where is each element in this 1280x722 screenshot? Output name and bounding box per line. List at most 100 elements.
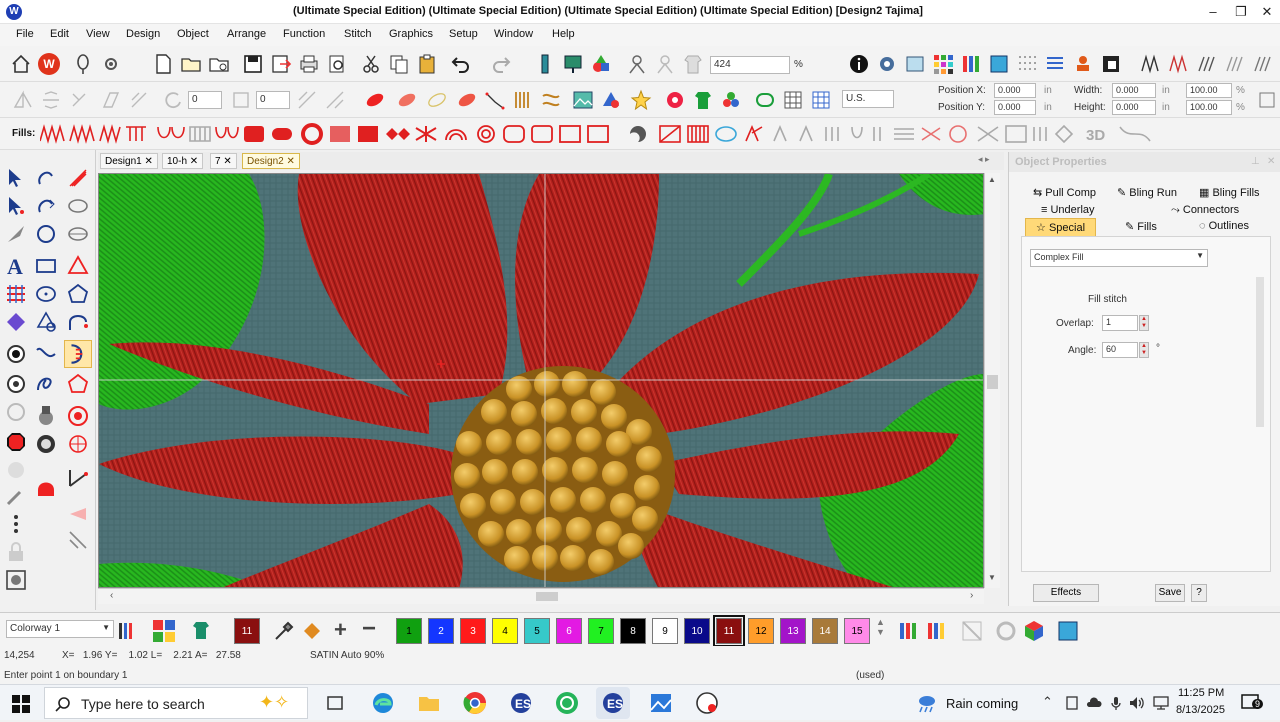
digitize-triangle-icon[interactable] [66, 254, 90, 278]
satin-stitch-icon[interactable] [364, 89, 386, 111]
blank-circle-icon[interactable] [4, 458, 28, 482]
stitch-list-icon[interactable] [1044, 53, 1066, 75]
balls-icon[interactable] [720, 89, 742, 111]
skew-angle-icon[interactable] [230, 89, 252, 111]
complex-fill-tool-icon[interactable] [65, 341, 91, 367]
zoom-input[interactable]: 424 [710, 56, 790, 74]
hoop-view-icon[interactable] [1056, 619, 1080, 643]
edge-browser-icon[interactable] [370, 690, 396, 716]
tab-connectors[interactable]: ⤳ Connectors [1171, 204, 1239, 217]
machine-icon[interactable] [562, 53, 584, 75]
eyedropper-icon[interactable] [272, 619, 296, 643]
circle-outline-icon[interactable] [994, 619, 1018, 643]
task-view-icon[interactable] [322, 690, 348, 716]
overlap-input[interactable]: 1 [1102, 315, 1138, 331]
tab-pull-comp[interactable]: ⇆ Pull Comp [1033, 186, 1096, 199]
color-shapes-icon[interactable] [590, 53, 612, 75]
current-color-swatch[interactable]: 11 [234, 618, 260, 644]
brush-icon[interactable] [4, 484, 28, 508]
tray-chevron-icon[interactable]: ⌃ [1042, 694, 1053, 710]
mirror-icon[interactable] [12, 89, 34, 111]
show-run-icon[interactable] [1252, 53, 1274, 75]
color-swatch-11[interactable]: 11 [713, 615, 745, 647]
hole-icon[interactable] [4, 372, 28, 396]
outline-stitch-icon[interactable] [426, 89, 448, 111]
color-swatch-9[interactable]: 9 [652, 618, 678, 644]
scroll-right-icon[interactable]: › [970, 590, 973, 601]
lock-icon[interactable] [4, 540, 28, 564]
redo-icon[interactable] [490, 53, 512, 75]
color-swatch-1[interactable]: 1 [396, 618, 422, 644]
horizontal-scrollbar[interactable]: ‹ › [98, 588, 984, 604]
curve-select-icon[interactable] [34, 194, 58, 218]
show-satin-icon[interactable] [1196, 53, 1218, 75]
swatch-scroll-icon[interactable]: ▲ ▼ [876, 617, 885, 637]
polygon-icon[interactable] [66, 282, 90, 306]
star-icon[interactable] [630, 89, 652, 111]
add-color-icon[interactable]: + [334, 617, 347, 643]
color-swatch-15[interactable]: 15 [844, 618, 870, 644]
colorway-select[interactable]: Colorway 1 ▼ [6, 620, 114, 638]
stamp-icon[interactable] [1072, 53, 1094, 75]
color-swatch-7[interactable]: 7 [588, 618, 614, 644]
tab-7[interactable]: 7 ✕ [210, 153, 237, 169]
width-input[interactable]: 0.000 [1112, 83, 1156, 98]
dots-vertical-icon[interactable] [4, 512, 28, 536]
skew-icon[interactable] [100, 89, 122, 111]
angle-input[interactable]: 60 [1102, 342, 1138, 358]
units-select[interactable]: U.S. [842, 90, 894, 108]
recorder-icon[interactable] [694, 690, 720, 716]
menu-view[interactable]: View [86, 28, 110, 40]
tatami-stitch-icon[interactable] [396, 89, 418, 111]
whatsapp-icon[interactable] [554, 690, 580, 716]
fill-type-select[interactable]: Complex Fill ▼ [1030, 249, 1208, 267]
menu-object[interactable]: Object [177, 28, 209, 40]
close-icon[interactable]: ✕ [286, 156, 294, 167]
scale-icon[interactable] [128, 89, 150, 111]
menu-edit[interactable]: Edit [50, 28, 69, 40]
rotate-point-icon[interactable] [34, 222, 58, 246]
show-outlines-icon[interactable] [1168, 53, 1190, 75]
loop-icon[interactable] [34, 372, 58, 396]
appliqué-icon[interactable] [34, 432, 58, 456]
lock-proportions-icon[interactable] [1256, 89, 1278, 111]
cloud-icon[interactable] [1086, 695, 1102, 711]
wilcom-taskbar-icon[interactable]: ES [508, 690, 534, 716]
minimize-button[interactable]: – [1198, 2, 1228, 22]
thread-chart-tool-icon[interactable] [898, 619, 922, 643]
thread-chart-icon[interactable] [960, 53, 982, 75]
grid-dots-icon[interactable] [1016, 53, 1038, 75]
paint-bucket-icon[interactable] [300, 619, 324, 643]
menu-stitch[interactable]: Stitch [344, 28, 372, 40]
show-fill-icon[interactable] [1224, 53, 1246, 75]
menu-setup[interactable]: Setup [449, 28, 478, 40]
text-tool-icon[interactable]: A [4, 254, 28, 278]
arrange-icon[interactable] [296, 89, 318, 111]
fill-patterns-strip[interactable]: 3D [40, 123, 1180, 145]
export-icon[interactable] [270, 53, 292, 75]
hscrollbar-thumb[interactable] [536, 592, 558, 601]
color-sequence-icon[interactable] [926, 619, 950, 643]
new-file-icon[interactable] [152, 53, 174, 75]
scroll-up-icon[interactable]: ▲ [988, 175, 996, 184]
dark-background-icon[interactable] [1100, 53, 1122, 75]
image-icon[interactable] [572, 89, 594, 111]
microphone-icon[interactable] [1108, 695, 1124, 711]
settings-cog-icon[interactable] [876, 53, 898, 75]
lettering-art-icon[interactable] [34, 404, 58, 428]
info-icon[interactable] [848, 53, 870, 75]
team-names-icon[interactable] [664, 89, 686, 111]
motif-run-icon[interactable] [66, 404, 90, 428]
file-explorer-icon[interactable] [416, 690, 442, 716]
vertical-scrollbar[interactable]: ▲ ▼ [984, 173, 1000, 588]
menu-arrange[interactable]: Arrange [227, 28, 266, 40]
overlap-stepper[interactable]: ▲ ▼ [1139, 315, 1149, 331]
scale-height-input[interactable]: 100.00 [1186, 100, 1232, 115]
ribbon-icon[interactable] [540, 89, 562, 111]
shapes-icon[interactable] [600, 89, 622, 111]
color-swatch-12[interactable]: 12 [748, 618, 774, 644]
home-icon[interactable] [10, 53, 32, 75]
grid-icon[interactable] [782, 89, 804, 111]
scroll-down-icon[interactable]: ▼ [988, 573, 996, 582]
help-button[interactable]: ? [1191, 584, 1207, 602]
